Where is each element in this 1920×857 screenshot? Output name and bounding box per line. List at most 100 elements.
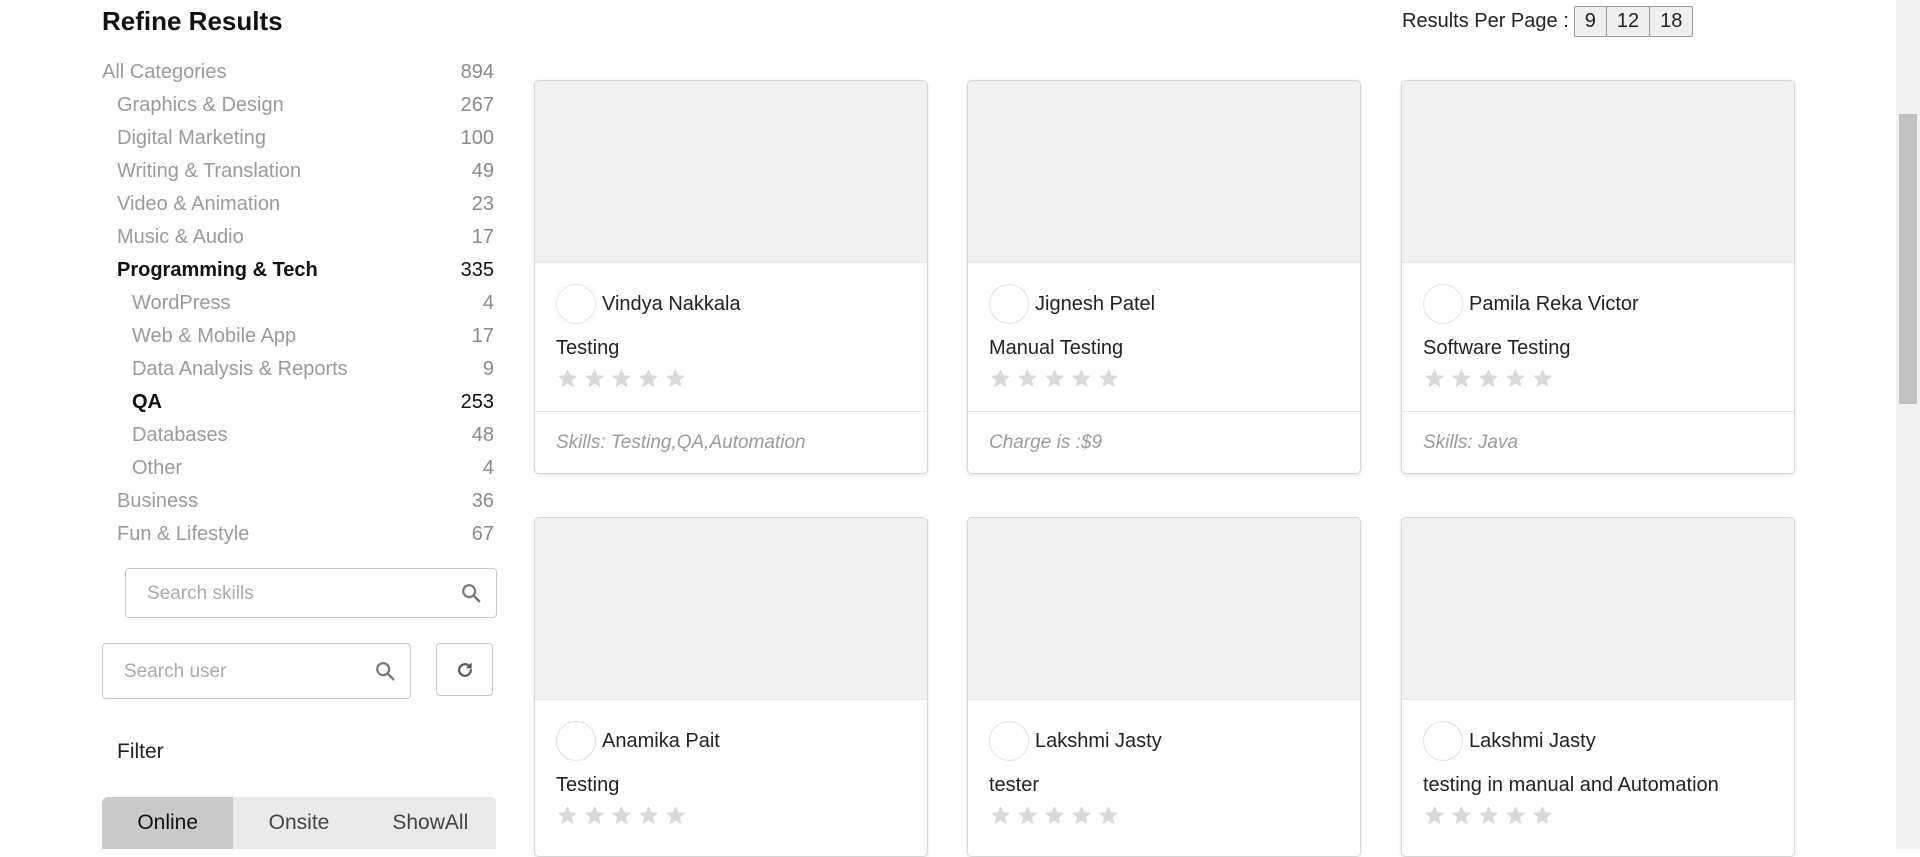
star-icon <box>557 805 578 825</box>
page-scrollbar[interactable] <box>1896 0 1920 849</box>
rating-stars <box>1402 804 1794 834</box>
seller-name[interactable]: Lakshmi Jasty <box>1469 730 1596 753</box>
filter-segmented-control: Online Onsite ShowAll <box>102 797 496 849</box>
category-count: 267 <box>460 94 494 116</box>
category-item[interactable]: Writing & Translation 49 <box>102 155 494 188</box>
category-count: 17 <box>471 325 494 347</box>
star-icon <box>1098 368 1119 388</box>
star-icon <box>638 805 659 825</box>
star-icon <box>1044 805 1065 825</box>
gig-title[interactable]: Testing <box>535 333 927 363</box>
gig-card[interactable]: Jignesh Patel Manual Testing Charge is :… <box>967 80 1361 474</box>
gig-thumbnail[interactable] <box>535 518 927 700</box>
scrollbar-thumb[interactable] <box>1899 114 1917 404</box>
star-icon <box>990 805 1011 825</box>
subcategory-item[interactable]: Web & Mobile App 17 <box>102 320 494 353</box>
star-icon <box>1424 368 1445 388</box>
category-label: Graphics & Design <box>117 94 284 116</box>
star-icon <box>665 805 686 825</box>
filter-onsite-button[interactable]: Onsite <box>233 797 364 849</box>
results-per-page: Results Per Page : 9 12 18 <box>1402 6 1694 37</box>
star-icon <box>1424 805 1445 825</box>
per-page-18-button[interactable]: 18 <box>1649 6 1694 37</box>
star-icon <box>1017 368 1038 388</box>
search-icon[interactable] <box>460 582 482 604</box>
gig-title[interactable]: testing in manual and Automation <box>1402 770 1794 800</box>
category-label: Business <box>117 490 199 512</box>
category-count: 335 <box>460 259 494 281</box>
category-label: WordPress <box>132 292 231 314</box>
star-icon <box>638 368 659 388</box>
avatar <box>989 284 1029 324</box>
category-label: QA <box>132 391 162 413</box>
star-icon <box>1478 368 1499 388</box>
star-icon <box>1017 805 1038 825</box>
gig-title[interactable]: Software Testing <box>1402 333 1794 363</box>
gig-thumbnail[interactable] <box>1402 81 1794 263</box>
category-label: Programming & Tech <box>117 259 318 281</box>
seller-name[interactable]: Lakshmi Jasty <box>1035 730 1162 753</box>
seller-name[interactable]: Anamika Pait <box>602 730 720 753</box>
gig-card[interactable]: Anamika Pait Testing <box>534 517 928 857</box>
category-count: 67 <box>471 523 494 545</box>
subcategory-item-selected[interactable]: QA 253 <box>102 386 494 419</box>
search-user-input[interactable] <box>122 644 357 700</box>
category-label: Databases <box>132 424 228 446</box>
rating-stars <box>968 804 1360 834</box>
category-item[interactable]: Music & Audio 17 <box>102 221 494 254</box>
star-icon <box>1451 368 1472 388</box>
category-count: 894 <box>460 61 494 83</box>
search-skills-input[interactable] <box>145 569 427 619</box>
category-item-selected[interactable]: Programming & Tech 335 <box>102 254 494 287</box>
star-icon <box>990 368 1011 388</box>
category-item[interactable]: Business 36 <box>102 485 494 518</box>
gig-footer: Charge is :$9 <box>968 411 1360 473</box>
results-per-page-label: Results Per Page : <box>1402 10 1569 32</box>
category-count: 4 <box>482 292 494 314</box>
seller-name[interactable]: Jignesh Patel <box>1035 293 1155 316</box>
gig-card[interactable]: Pamila Reka Victor Software Testing Skil… <box>1401 80 1795 474</box>
category-item[interactable]: Digital Marketing 100 <box>102 122 494 155</box>
gig-thumbnail[interactable] <box>1402 518 1794 700</box>
category-label: Data Analysis & Reports <box>132 358 348 380</box>
seller-name[interactable]: Vindya Nakkala <box>602 293 741 316</box>
category-label: Web & Mobile App <box>132 325 297 347</box>
gig-thumbnail[interactable] <box>968 81 1360 263</box>
category-item[interactable]: Video & Animation 23 <box>102 188 494 221</box>
category-count: 253 <box>460 391 494 413</box>
category-label: Writing & Translation <box>117 160 302 182</box>
subcategory-item[interactable]: WordPress 4 <box>102 287 494 320</box>
gig-title[interactable]: Testing <box>535 770 927 800</box>
gig-card[interactable]: Vindya Nakkala Testing Skills: Testing,Q… <box>534 80 928 474</box>
category-item[interactable]: Graphics & Design 267 <box>102 89 494 122</box>
gig-card[interactable]: Lakshmi Jasty testing in manual and Auto… <box>1401 517 1795 857</box>
category-item[interactable]: All Categories 894 <box>102 56 494 89</box>
gig-title[interactable]: Manual Testing <box>968 333 1360 363</box>
seller-name[interactable]: Pamila Reka Victor <box>1469 293 1639 316</box>
category-count: 4 <box>482 457 494 479</box>
rating-stars <box>535 804 927 834</box>
gig-card[interactable]: Lakshmi Jasty tester <box>967 517 1361 857</box>
star-icon <box>1071 368 1092 388</box>
filter-showall-button[interactable]: ShowAll <box>365 797 496 849</box>
star-icon <box>1478 805 1499 825</box>
filter-online-button[interactable]: Online <box>102 797 234 849</box>
gig-title[interactable]: tester <box>968 770 1360 800</box>
subcategory-item[interactable]: Other 4 <box>102 452 494 485</box>
category-item[interactable]: Fun & Lifestyle 67 <box>102 518 494 551</box>
gig-thumbnail[interactable] <box>535 81 927 263</box>
subcategory-item[interactable]: Data Analysis & Reports 9 <box>102 353 494 386</box>
refresh-button[interactable] <box>436 643 493 696</box>
per-page-9-button[interactable]: 9 <box>1573 6 1607 37</box>
search-icon[interactable] <box>374 660 396 682</box>
star-icon <box>584 805 605 825</box>
per-page-12-button[interactable]: 12 <box>1605 6 1651 37</box>
category-count: 9 <box>482 358 494 380</box>
star-icon <box>1532 368 1553 388</box>
search-user-box <box>102 643 411 700</box>
category-count: 23 <box>471 193 494 215</box>
subcategory-item[interactable]: Databases 48 <box>102 419 494 452</box>
gig-thumbnail[interactable] <box>968 518 1360 700</box>
rating-stars <box>968 367 1360 397</box>
star-icon <box>1505 368 1526 388</box>
